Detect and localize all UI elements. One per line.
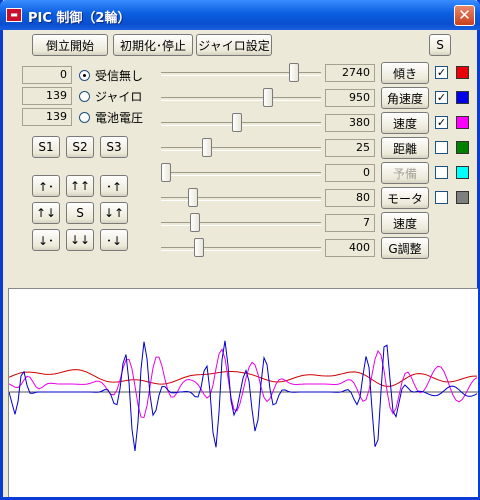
trace-color-swatch[interactable]: [456, 166, 469, 179]
readout-box: 139: [22, 87, 72, 105]
motion-button[interactable]: ･↑: [100, 175, 128, 197]
motion-button[interactable]: ↑↑: [66, 175, 94, 197]
slider-thumb[interactable]: [190, 213, 200, 232]
close-button[interactable]: ✕: [454, 5, 475, 26]
radio-circle[interactable]: [79, 69, 90, 81]
param-button[interactable]: 角速度: [381, 87, 429, 109]
param-button[interactable]: G調整: [381, 237, 429, 259]
radio-label: 電池電圧: [95, 110, 144, 125]
param-slider[interactable]: [161, 187, 321, 209]
app-icon: ▬: [6, 8, 22, 22]
motion-button[interactable]: ↓↓: [66, 229, 94, 251]
trace-checkbox[interactable]: [435, 166, 448, 179]
trace-color-swatch[interactable]: [456, 66, 469, 79]
param-value: 0: [325, 164, 375, 182]
param-button[interactable]: モータ: [381, 187, 429, 209]
slider-thumb[interactable]: [202, 138, 212, 157]
slider-thumb[interactable]: [194, 238, 204, 257]
param-slider[interactable]: [161, 87, 321, 109]
preset-button-3[interactable]: S3: [100, 136, 128, 158]
param-value: 7: [325, 214, 375, 232]
slider-thumb[interactable]: [188, 188, 198, 207]
trace-color-swatch[interactable]: [456, 141, 469, 154]
trace-checkbox[interactable]: ✓: [435, 91, 448, 104]
trace-speed: [8, 348, 478, 419]
param-button[interactable]: 傾き: [381, 62, 429, 84]
radio-option[interactable]: 電池電圧: [79, 109, 143, 125]
signal-plot-svg: [8, 340, 478, 451]
param-slider[interactable]: [161, 137, 321, 159]
motion-button[interactable]: S: [66, 202, 94, 224]
motion-button[interactable]: ↓↑: [100, 202, 128, 224]
radio-option[interactable]: 受信無し: [79, 67, 143, 83]
param-value: 380: [325, 114, 375, 132]
motion-button[interactable]: ↑↓: [32, 202, 60, 224]
preset-button-2[interactable]: S2: [66, 136, 94, 158]
trace-angular-velocity: [8, 340, 478, 451]
param-button[interactable]: 速度: [381, 112, 429, 134]
init-stop-button[interactable]: 初期化･停止: [113, 34, 193, 56]
slider-track: [161, 222, 321, 226]
param-slider[interactable]: [161, 162, 321, 184]
radio-circle[interactable]: [79, 90, 90, 102]
radio-circle[interactable]: [79, 111, 90, 123]
gyro-settings-button[interactable]: ジャイロ設定: [196, 34, 272, 56]
param-value: 950: [325, 89, 375, 107]
trace-color-swatch[interactable]: [456, 91, 469, 104]
slider-thumb[interactable]: [289, 63, 299, 82]
param-button[interactable]: 距離: [381, 137, 429, 159]
param-value: 80: [325, 189, 375, 207]
slider-track: [161, 247, 321, 251]
motion-button[interactable]: ･↓: [100, 229, 128, 251]
slider-track: [161, 172, 321, 176]
trace-color-swatch[interactable]: [456, 116, 469, 129]
trace-color-swatch[interactable]: [456, 191, 469, 204]
trace-checkbox[interactable]: ✓: [435, 116, 448, 129]
param-value: 2740: [325, 64, 375, 82]
param-button[interactable]: 速度: [381, 212, 429, 234]
signal-plot: [8, 288, 478, 497]
readout-box: 139: [22, 108, 72, 126]
radio-label: 受信無し: [95, 68, 144, 83]
motion-button[interactable]: ↓･: [32, 229, 60, 251]
param-slider[interactable]: [161, 212, 321, 234]
s-button[interactable]: S: [429, 34, 451, 56]
slider-thumb[interactable]: [232, 113, 242, 132]
radio-label: ジャイロ: [95, 89, 143, 104]
app-window: ▬ PIC 制御（2輪） ✕ 倒立開始 初期化･停止 ジャイロ設定 S 0 受信無…: [0, 0, 480, 500]
param-button: 予備: [381, 162, 429, 184]
slider-thumb[interactable]: [263, 88, 273, 107]
param-slider[interactable]: [161, 112, 321, 134]
motion-button[interactable]: ↑･: [32, 175, 60, 197]
param-value: 400: [325, 239, 375, 257]
start-balance-button[interactable]: 倒立開始: [32, 34, 108, 56]
preset-button-1[interactable]: S1: [32, 136, 60, 158]
slider-thumb[interactable]: [161, 163, 171, 182]
slider-track: [161, 147, 321, 151]
window-title: PIC 制御（2輪）: [28, 11, 131, 26]
param-slider[interactable]: [161, 62, 321, 84]
title-bar[interactable]: ▬ PIC 制御（2輪） ✕: [0, 0, 480, 30]
param-slider[interactable]: [161, 237, 321, 259]
trace-checkbox[interactable]: [435, 141, 448, 154]
trace-checkbox[interactable]: ✓: [435, 66, 448, 79]
param-value: 25: [325, 139, 375, 157]
readout-box: 0: [22, 66, 72, 84]
slider-track: [161, 97, 321, 101]
radio-option[interactable]: ジャイロ: [79, 88, 142, 104]
slider-track: [161, 197, 321, 201]
trace-checkbox[interactable]: [435, 191, 448, 204]
